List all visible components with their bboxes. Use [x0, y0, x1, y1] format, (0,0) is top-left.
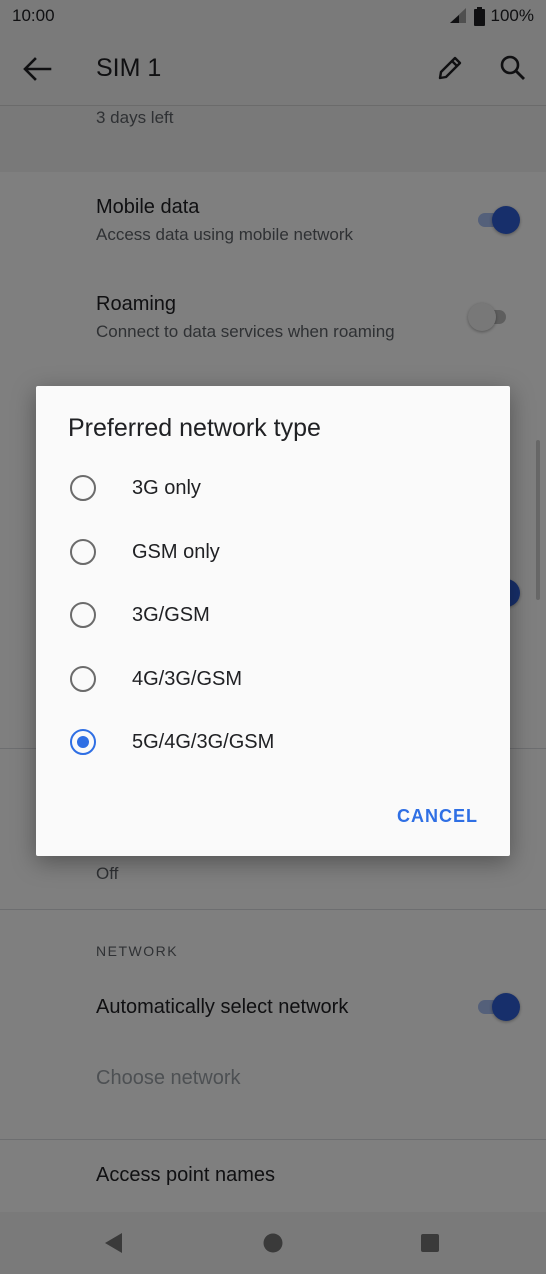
option-5g-4g-3g-gsm[interactable]: 5G/4G/3G/GSM	[36, 712, 510, 772]
option-label: GSM only	[132, 540, 220, 563]
option-gsm-only[interactable]: GSM only	[36, 522, 510, 582]
option-4g-3g-gsm[interactable]: 4G/3G/GSM	[36, 649, 510, 709]
option-label: 3G/GSM	[132, 603, 210, 626]
radio-button[interactable]	[70, 475, 96, 501]
radio-button-selected[interactable]	[70, 729, 96, 755]
option-label: 3G only	[132, 476, 201, 499]
dialog-title: Preferred network type	[68, 414, 321, 442]
radio-button[interactable]	[70, 602, 96, 628]
radio-button[interactable]	[70, 539, 96, 565]
radio-button[interactable]	[70, 666, 96, 692]
option-label: 5G/4G/3G/GSM	[132, 730, 275, 753]
option-3g-gsm[interactable]: 3G/GSM	[36, 585, 510, 645]
option-label: 4G/3G/GSM	[132, 667, 243, 690]
cancel-button[interactable]: CANCEL	[393, 802, 482, 831]
option-3g-only[interactable]: 3G only	[36, 458, 510, 518]
preferred-network-type-dialog: Preferred network type 3G only GSM only …	[36, 386, 510, 856]
